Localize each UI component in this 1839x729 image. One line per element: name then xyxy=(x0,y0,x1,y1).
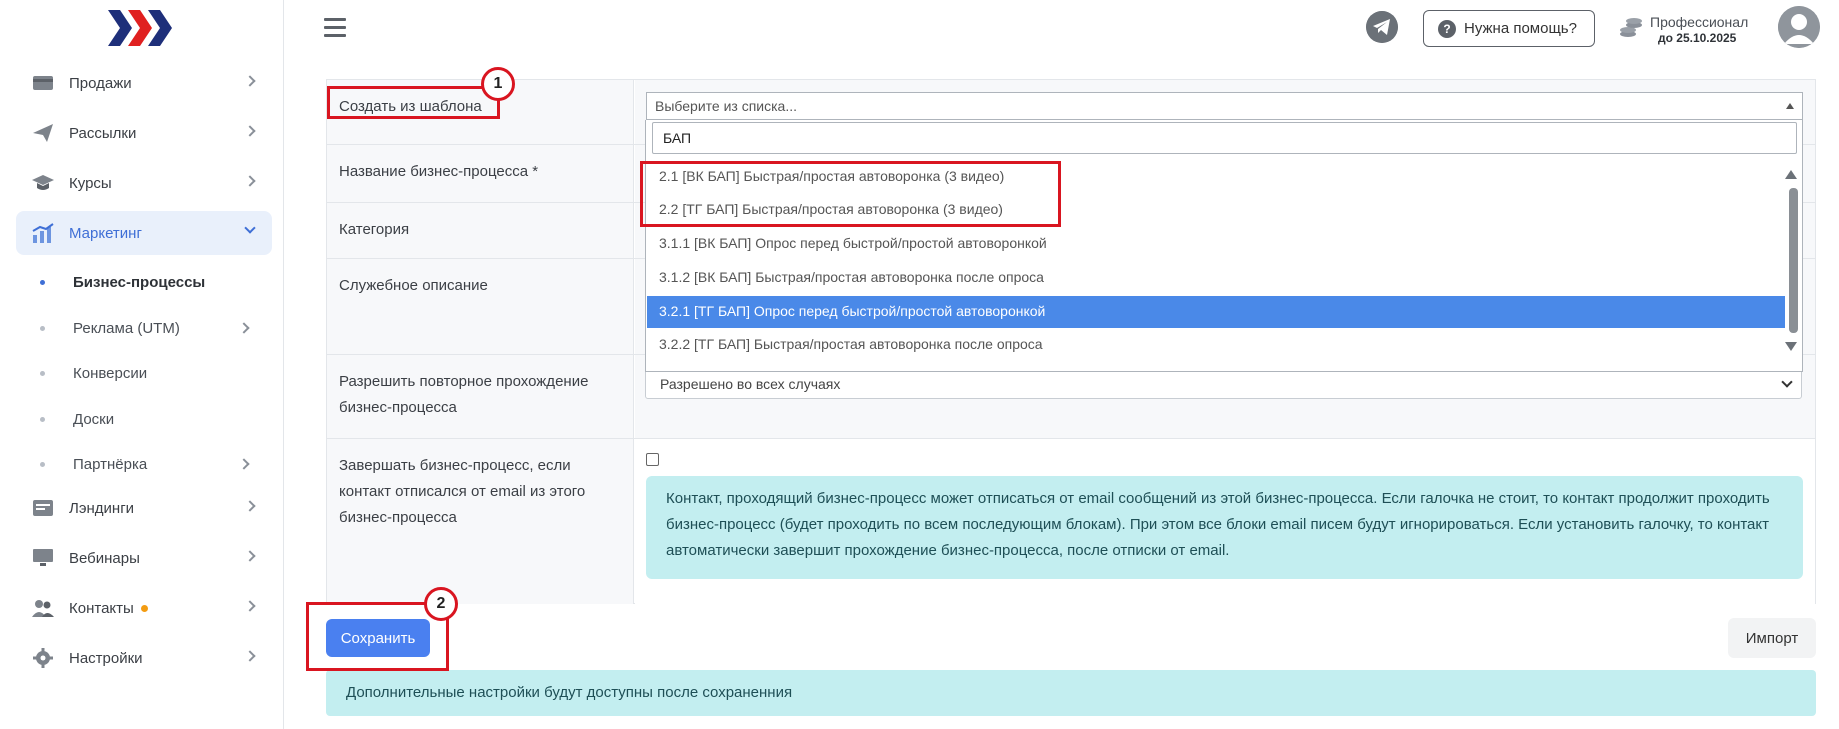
users-icon xyxy=(32,600,54,617)
annotation-box-options xyxy=(640,161,1061,227)
monitor-icon xyxy=(33,549,53,566)
sidebar-item-label: Маркетинг xyxy=(69,224,142,242)
telegram-icon[interactable] xyxy=(1366,11,1398,43)
sidebar: Продажи Рассылки Курсы Маркетинг Бизнес-… xyxy=(0,0,284,729)
save-note: Дополнительные настройки будут доступны … xyxy=(326,670,1816,716)
avatar[interactable] xyxy=(1778,6,1820,48)
template-select-placeholder: Выберите из списка... xyxy=(655,98,798,114)
chevron-right-icon xyxy=(238,322,250,334)
coins-icon xyxy=(1620,18,1642,37)
help-button-label: Нужна помощь? xyxy=(1464,20,1577,37)
template-dropdown: БАП 2.1 [ВК БАП] Быстрая/простая автовор… xyxy=(645,120,1803,372)
gear-icon xyxy=(33,648,53,668)
sidebar-subitem-partners[interactable]: Партнёрка xyxy=(36,449,266,479)
plan-name: Профессионал xyxy=(1650,14,1749,30)
sidebar-subitem-label: Доски xyxy=(73,410,115,428)
annotation-box-template xyxy=(327,86,500,119)
scroll-down-icon[interactable] xyxy=(1785,342,1797,351)
chevron-right-icon xyxy=(244,175,256,187)
sidebar-subitem-boards[interactable]: Доски xyxy=(36,404,266,434)
sidebar-item-mailings[interactable]: Рассылки xyxy=(16,111,272,155)
finish-row: Завершать бизнес-процесс, если контакт о… xyxy=(327,439,1815,604)
dropdown-option[interactable]: 3.1.2 [ВК БАП] Быстрая/простая автоворон… xyxy=(647,262,1785,294)
sidebar-item-label: Настройки xyxy=(69,649,143,667)
logo-icon[interactable] xyxy=(108,8,172,48)
wallet-icon xyxy=(33,76,53,90)
chevron-right-icon xyxy=(244,550,256,562)
chevron-right-icon xyxy=(244,75,256,87)
scrollbar-thumb[interactable] xyxy=(1789,188,1798,333)
sidebar-subitem-conversions[interactable]: Конверсии xyxy=(36,358,266,388)
sidebar-item-label: Продажи xyxy=(69,74,132,92)
chevron-right-icon xyxy=(244,650,256,662)
paper-plane-icon xyxy=(33,124,53,142)
sidebar-item-label: Лэндинги xyxy=(69,499,135,517)
name-label: Название бизнес-процесса * xyxy=(327,145,634,202)
sidebar-subitem-label: Бизнес-процессы xyxy=(73,273,206,291)
sidebar-subitem-label: Партнёрка xyxy=(73,455,148,473)
sidebar-item-label: Вебинары xyxy=(69,549,140,567)
sidebar-item-contacts[interactable]: Контакты xyxy=(16,586,272,630)
bullet-icon xyxy=(40,371,45,376)
plan-badge[interactable]: Профессионал до 25.10.2025 xyxy=(1619,12,1759,46)
chevron-right-icon xyxy=(238,458,250,470)
chevron-right-icon xyxy=(244,500,256,512)
import-button[interactable]: Импорт xyxy=(1728,618,1816,658)
sidebar-item-label: Контакты xyxy=(69,600,148,617)
repeat-select[interactable]: Разрешено во всех случаях xyxy=(645,369,1802,399)
bullet-icon xyxy=(40,280,45,285)
sidebar-item-courses[interactable]: Курсы xyxy=(16,161,272,205)
bullet-icon xyxy=(40,326,45,331)
chevron-right-icon xyxy=(244,125,256,137)
dropdown-option-selected[interactable]: 3.2.1 [ТГ БАП] Опрос перед быстрой/прост… xyxy=(647,296,1785,328)
template-select[interactable]: Выберите из списка... xyxy=(646,92,1803,120)
caret-up-icon xyxy=(1786,103,1794,109)
description-label: Служебное описание xyxy=(327,259,634,354)
dropdown-option[interactable]: 3.2.2 [ТГ БАП] Быстрая/простая автоворон… xyxy=(647,329,1785,361)
sidebar-subitem-label: Реклама (UTM) xyxy=(73,319,180,337)
bullet-icon xyxy=(40,417,45,422)
annotation-badge-1: 1 xyxy=(481,67,515,101)
plan-until: до 25.10.2025 xyxy=(1658,31,1737,45)
finish-info: Контакт, проходящий бизнес-процесс может… xyxy=(646,476,1803,579)
question-icon: ? xyxy=(1438,19,1456,38)
sidebar-item-webinars[interactable]: Вебинары xyxy=(16,536,272,580)
category-label: Категория xyxy=(327,203,634,258)
chevron-down-icon xyxy=(244,222,256,234)
notification-dot xyxy=(140,605,148,613)
sidebar-subitem-utm[interactable]: Реклама (UTM) xyxy=(36,313,266,343)
repeat-label: Разрешить повторное прохождение бизнес-п… xyxy=(327,355,634,438)
sidebar-subitem-business-processes[interactable]: Бизнес-процессы xyxy=(36,267,266,297)
sidebar-item-sales[interactable]: Продажи xyxy=(16,61,272,105)
graduation-cap-icon xyxy=(32,175,54,190)
sidebar-item-settings[interactable]: Настройки xyxy=(16,636,272,680)
dropdown-search-input[interactable]: БАП xyxy=(652,122,1797,154)
sidebar-item-landings[interactable]: Лэндинги xyxy=(16,486,272,530)
sidebar-item-label: Курсы xyxy=(69,174,112,192)
finish-checkbox[interactable] xyxy=(646,453,659,466)
chevron-right-icon xyxy=(244,600,256,612)
dropdown-option[interactable]: 3.1.1 [ВК БАП] Опрос перед быстрой/прост… xyxy=(647,228,1785,260)
annotation-badge-2: 2 xyxy=(424,587,458,621)
landing-icon xyxy=(33,500,53,516)
menu-toggle-icon[interactable] xyxy=(324,18,346,37)
chart-icon xyxy=(32,223,54,243)
sidebar-item-marketing[interactable]: Маркетинг xyxy=(16,211,272,255)
repeat-select-value: Разрешено во всех случаях xyxy=(660,376,841,392)
chevron-down-icon xyxy=(1781,376,1793,388)
sidebar-item-label: Рассылки xyxy=(69,124,137,142)
bullet-icon xyxy=(40,462,45,467)
help-button[interactable]: ? Нужна помощь? xyxy=(1423,10,1595,47)
finish-label: Завершать бизнес-процесс, если контакт о… xyxy=(327,439,634,604)
scroll-up-icon[interactable] xyxy=(1785,170,1797,179)
sidebar-subitem-label: Конверсии xyxy=(73,364,148,382)
